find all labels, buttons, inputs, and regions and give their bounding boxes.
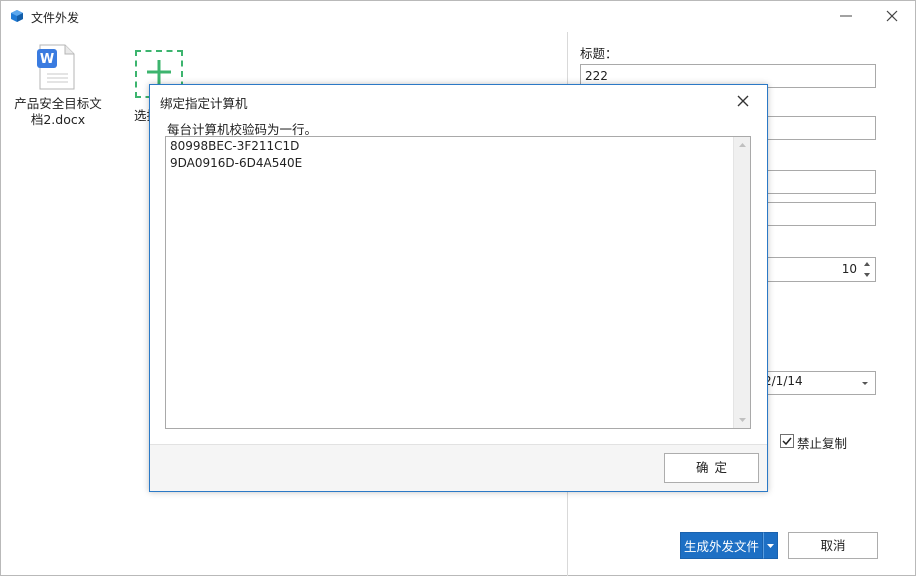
title-bar: 文件外发	[1, 1, 915, 32]
bind-computer-dialog: 绑定指定计算机 每台计算机校验码为一行。 80998BEC-3F211C1D 9…	[149, 84, 768, 492]
close-icon[interactable]	[881, 5, 903, 27]
svg-text:W: W	[40, 52, 54, 67]
check-icon	[782, 437, 792, 446]
word-doc-icon: W	[37, 44, 75, 90]
cancel-button[interactable]: 取消	[788, 532, 878, 559]
chevron-down-icon[interactable]	[860, 378, 870, 388]
no-copy-checkbox[interactable]	[780, 434, 794, 448]
title-label: 标题：	[580, 46, 618, 61]
ok-button[interactable]: 确定	[664, 453, 759, 483]
machine-codes-textarea[interactable]: 80998BEC-3F211C1D 9DA0916D-6D4A540E	[165, 136, 751, 429]
file-item[interactable]: W 产品安全目标文档2.docx	[11, 44, 105, 128]
app-cube-icon	[11, 10, 23, 22]
add-file-label: 选择文件	[134, 108, 150, 123]
scroll-down-icon[interactable]	[738, 415, 747, 424]
code-line: 80998BEC-3F211C1D	[170, 139, 300, 153]
plus-icon	[147, 60, 171, 84]
minimize-icon[interactable]	[835, 5, 857, 27]
window-title: 文件外发	[31, 11, 80, 25]
scroll-up-icon[interactable]	[738, 141, 747, 150]
spin-arrows-icon[interactable]	[861, 259, 873, 280]
scrollbar[interactable]	[733, 137, 750, 428]
no-copy-label: 禁止复制	[797, 436, 848, 451]
chevron-down-icon	[767, 544, 774, 548]
close-icon[interactable]	[735, 93, 751, 109]
generate-dropdown-button[interactable]	[763, 532, 778, 559]
code-line: 9DA0916D-6D4A540E	[170, 156, 303, 170]
dialog-title: 绑定指定计算机	[160, 96, 248, 111]
generate-button[interactable]: 生成外发文件	[680, 532, 763, 559]
date-value: 2/1/14	[764, 374, 803, 388]
file-name: 产品安全目标文档2.docx	[14, 96, 102, 127]
